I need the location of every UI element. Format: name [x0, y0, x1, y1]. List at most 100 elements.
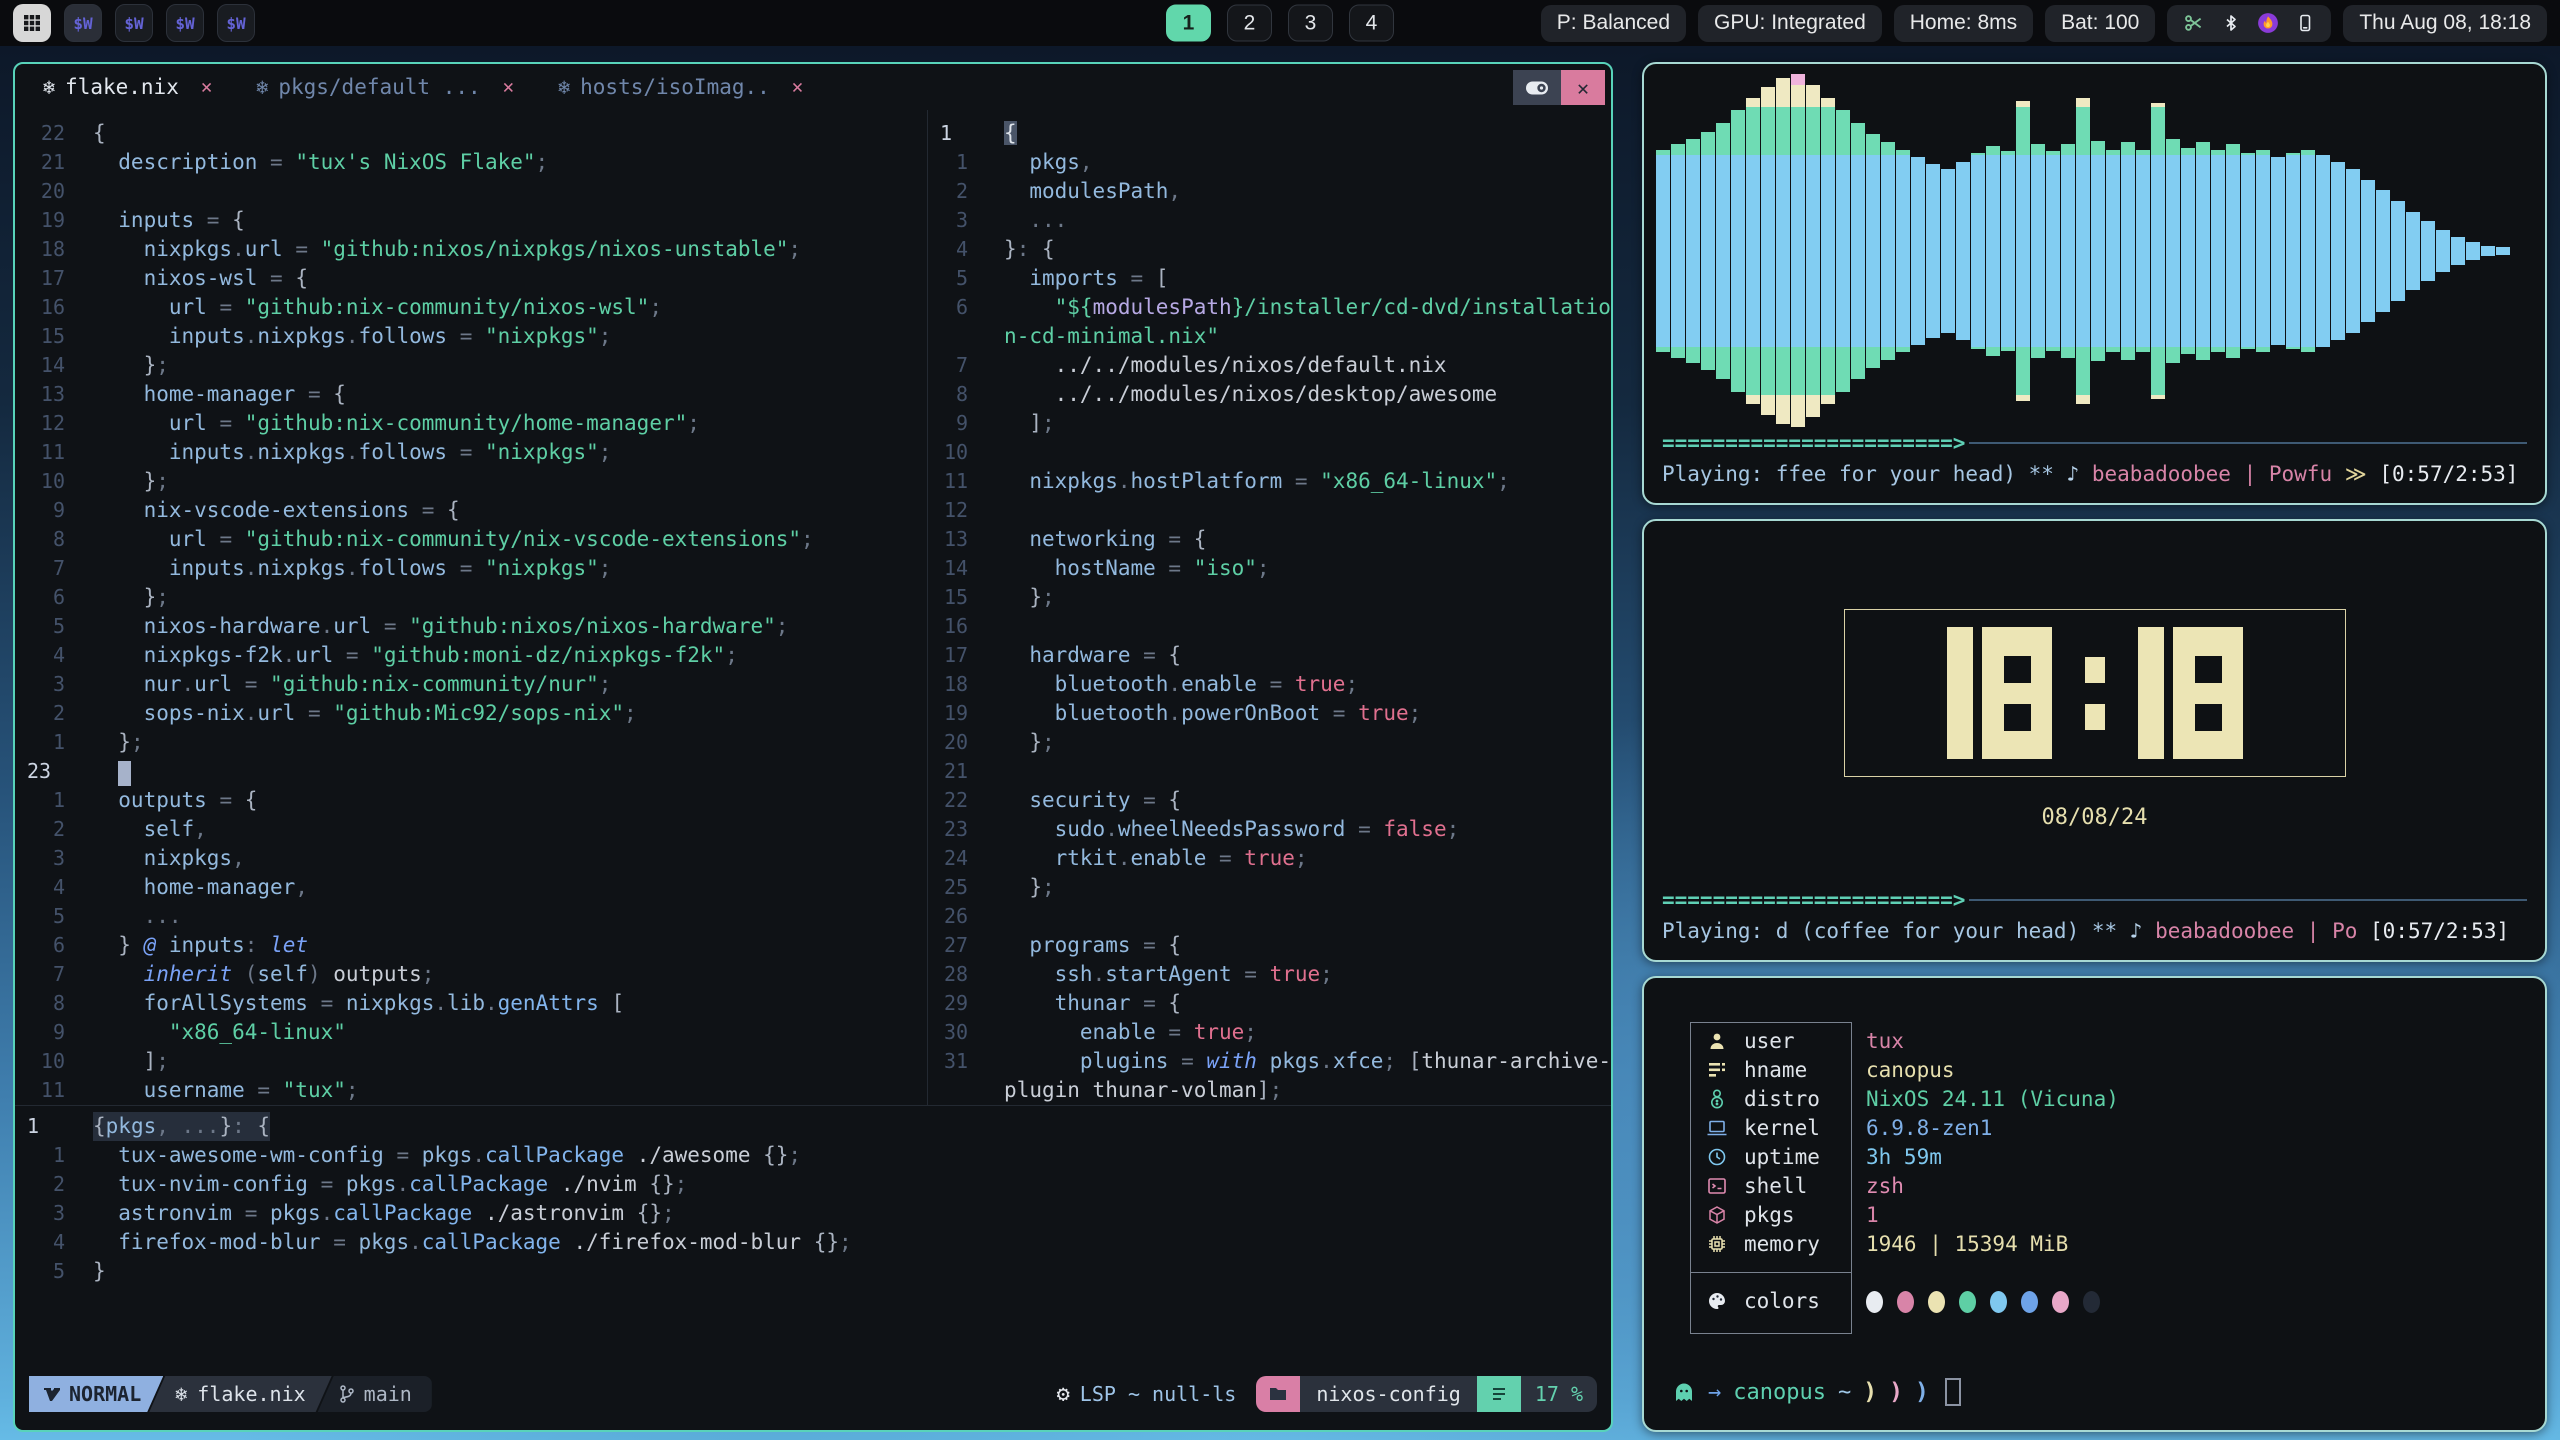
workspace-button-2[interactable]: $W [115, 4, 153, 42]
terminal-color-dot [1990, 1291, 2007, 1313]
artist-name: beabadoobee | Po [2155, 919, 2357, 943]
code-line: 15 inputs.nixpkgs.follows = "nixpkgs"; [15, 322, 927, 351]
neovim-window[interactable]: ❄flake.nix✕❄pkgs/default ...✕❄hosts/isoI… [13, 62, 1613, 1432]
laptop-icon [1706, 1118, 1728, 1138]
git-branch-icon [338, 1384, 356, 1404]
workspace-button-1[interactable]: $W [64, 4, 102, 42]
viz-bar [1941, 169, 1955, 333]
terminal-color-dot [1959, 1291, 1976, 1313]
visualizer-window[interactable]: =======================> Playing: ffee f… [1642, 62, 2547, 505]
terminal-window[interactable]: usertuxhnamecanopusdistroNixOS 24.11 (Vi… [1642, 976, 2547, 1432]
viz-bar [2091, 141, 2105, 361]
clock-digits [1947, 627, 2243, 759]
viz-bar [1686, 139, 1700, 363]
horizontal-split-divider[interactable] [15, 1105, 1611, 1106]
viz-bar [1791, 74, 1805, 427]
viz-bar [2361, 180, 2375, 322]
viz-bar [1746, 98, 1760, 404]
tag-button-2[interactable]: 2 [1227, 5, 1272, 42]
editor-tab-pkgs-default-[interactable]: ❄pkgs/default ...✕ [256, 75, 514, 99]
scroll-percent: 17 % [1521, 1376, 1597, 1412]
package-icon [1707, 1205, 1727, 1225]
window-buttons: ✕ [1513, 70, 1605, 105]
viz-bar [1701, 132, 1715, 370]
code-line: 9 ]; [928, 409, 1611, 438]
fetch-value: 6.9.8-zen1 [1866, 1116, 1992, 1140]
status-pill: P: Balanced [1541, 5, 1686, 42]
ghost-icon [1672, 1380, 1696, 1404]
shell-prompt[interactable]: →canopus~))) [1672, 1378, 1961, 1406]
viz-bar [2016, 101, 2030, 401]
status-pill: Bat: 100 [2045, 5, 2155, 42]
playing-text: Playing: d (coffee for your head) ** [1662, 919, 2130, 943]
tag-button-3[interactable]: 3 [1288, 5, 1333, 42]
code-line: 18 nixpkgs.url = "github:nixos/nixpkgs/n… [15, 235, 927, 264]
viz-bar [2496, 247, 2510, 255]
code-line: 11 username = "tux"; [15, 1076, 927, 1105]
tag-button-1[interactable]: 1 [1166, 5, 1211, 42]
viz-bar [2331, 162, 2345, 340]
code-pane-flake[interactable]: 22{21 description = "tux's NixOS Flake";… [15, 110, 927, 1105]
fetch-value: NixOS 24.11 (Vicuna) [1866, 1087, 2119, 1111]
workspace-button-4[interactable]: $W [217, 4, 255, 42]
nix-snowflake-icon: ❄ [43, 75, 55, 99]
git-branch-segment: main [318, 1376, 432, 1412]
viz-bar [1761, 87, 1775, 415]
mode-segment: NORMAL [29, 1376, 163, 1412]
list-icon [1707, 1061, 1727, 1079]
code-line: 16 [928, 612, 1611, 641]
tab-close-icon[interactable]: ✕ [792, 76, 803, 98]
close-window-button[interactable]: ✕ [1561, 70, 1605, 105]
pin-toggle-button[interactable] [1513, 70, 1561, 105]
code-line: 4}: { [928, 235, 1611, 264]
fetch-row-pkgs: pkgs1 [1690, 1200, 2390, 1229]
top-bar: $W $W $W $W 1234 P: BalancedGPU: Integrated… [0, 0, 2560, 46]
terminal-color-dot [2052, 1291, 2069, 1313]
code-line: 20 [15, 177, 927, 206]
clock-window[interactable]: 08/08/24 =======================> Playin… [1642, 519, 2547, 962]
code-line: 3 nixpkgs, [15, 844, 927, 873]
code-line: 31 plugins = with pkgs.xfce; [thunar-arc… [928, 1047, 1611, 1076]
code-pane-iso[interactable]: 1{1 pkgs,2 modulesPath,3 ...4}: {5 impor… [927, 110, 1611, 1105]
code-line: 7 ../../modules/nixos/default.nix [928, 351, 1611, 380]
fetch-label: kernel [1744, 1116, 1820, 1140]
tab-close-icon[interactable]: ✕ [201, 76, 212, 98]
code-line: 4 home-manager, [15, 873, 927, 902]
tab-close-icon[interactable]: ✕ [503, 76, 514, 98]
code-line: 5 nixos-hardware.url = "github:nixos/nix… [15, 612, 927, 641]
app-launcher-button[interactable] [13, 4, 51, 42]
track-time: [0:57/2:53] [2357, 919, 2509, 943]
editor-tabline: ❄flake.nix✕❄pkgs/default ...✕❄hosts/isoI… [15, 64, 1611, 110]
tab-label: pkgs/default ... [278, 75, 480, 99]
tag-button-4[interactable]: 4 [1349, 5, 1394, 42]
code-line: n-cd-minimal.nix" [928, 322, 1611, 351]
code-line: 14 hostName = "iso"; [928, 554, 1611, 583]
viz-bar [1986, 146, 2000, 356]
music-note-icon: ♪ [2067, 462, 2092, 486]
terminal-color-dot [1866, 1291, 1883, 1313]
prompt-chevron-icon: ) [1889, 1379, 1903, 1405]
system-tray[interactable] [2167, 5, 2331, 42]
viz-bar [2451, 237, 2465, 265]
viz-bar [2211, 150, 2225, 352]
editor-tab-flake-nix[interactable]: ❄flake.nix✕ [43, 75, 212, 99]
viz-bar [2406, 212, 2420, 290]
viz-bar [1836, 110, 1850, 392]
code-line: 26 [928, 902, 1611, 931]
code-line: 10 ]; [15, 1047, 927, 1076]
code-line: plugin thunar-volman]; [928, 1076, 1611, 1105]
terminal-color-dot [1928, 1291, 1945, 1313]
code-pane-pkgs-default[interactable]: 1{pkgs, ...}: {1 tux-awesome-wm-config =… [15, 1112, 1611, 1286]
fetch-label: shell [1744, 1174, 1807, 1198]
phone-icon [2295, 12, 2315, 34]
music-progress: =======================> [1662, 429, 2527, 457]
status-pills: P: BalancedGPU: IntegratedHome: 8msBat: … [1541, 5, 2156, 42]
viz-bar [1851, 123, 1865, 379]
fetch-value: 1946 | 15394 MiB [1866, 1232, 2068, 1256]
status-area: P: BalancedGPU: IntegratedHome: 8msBat: … [1541, 5, 2547, 42]
code-line: 7 inherit (self) outputs; [15, 960, 927, 989]
tty-clock: 08/08/24 [1644, 521, 2545, 886]
viz-bar [2136, 150, 2150, 352]
workspace-button-3[interactable]: $W [166, 4, 204, 42]
editor-tab-hosts-isoImag-[interactable]: ❄hosts/isoImag..✕ [558, 75, 803, 99]
